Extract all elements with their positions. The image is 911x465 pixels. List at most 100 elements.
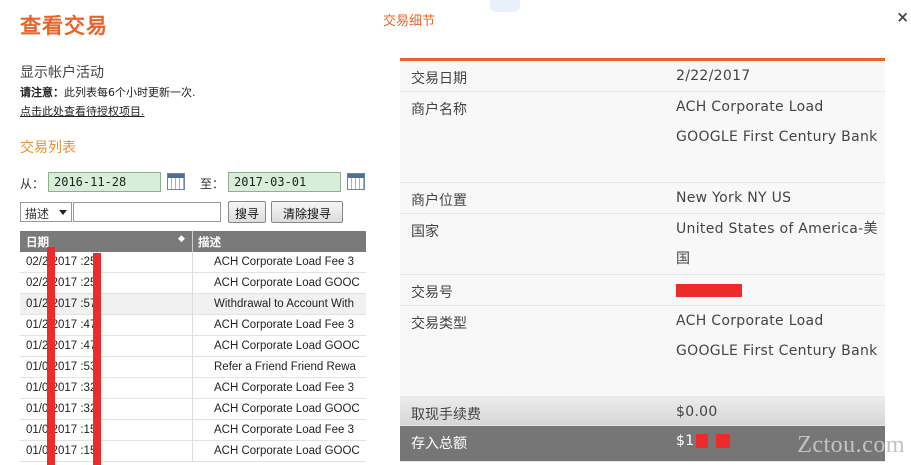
transaction-list-title: 交易列表 [20, 140, 76, 156]
row-description: ACH Corporate Load GOOC [214, 445, 360, 457]
search-field-value: 描述 [25, 207, 50, 221]
detail-label: 取现手续费 [411, 407, 481, 423]
sort-icon[interactable]: ◆ [178, 234, 185, 244]
detail-value: ACH Corporate Load GOOGLE First Century … [676, 313, 878, 359]
redaction-bar [716, 434, 731, 448]
from-date-input[interactable]: 2016-11-28 [48, 172, 161, 192]
column-divider [192, 399, 193, 420]
row-date: 02/2 2017 :25 [26, 277, 97, 289]
row-description: ACH Corporate Load GOOC [214, 403, 360, 415]
notice-label: 请注意： [20, 86, 64, 99]
search-field-select[interactable]: 描述 [20, 202, 72, 222]
row-description: ACH Corporate Load Fee 3 [214, 424, 354, 436]
table-row[interactable]: 01/0 2017 :32 ACH Corporate Load GOOC [20, 399, 366, 420]
detail-row-transaction-id: 交易号 [400, 275, 885, 306]
detail-label: 交易类型 [411, 316, 467, 332]
column-divider [192, 294, 193, 315]
table-row[interactable]: 02/2 2017 :25 ACH Corporate Load GOOC [20, 273, 366, 294]
row-description: ACH Corporate Load GOOC [214, 340, 360, 352]
detail-value: ACH Corporate Load GOOGLE First Century … [676, 99, 878, 145]
total-amount: $1 [676, 433, 695, 449]
section-title: 显示帐户活动 [20, 65, 104, 81]
detail-row-merchant-location: 商户位置 New York NY US [400, 183, 885, 214]
table-row[interactable]: 01/0 2017 :15 ACH Corporate Load GOOC [20, 441, 366, 462]
row-description: ACH Corporate Load Fee 3 [214, 319, 354, 331]
column-divider [192, 441, 193, 462]
update-notice: 请注意：此列表每6个小时更新一次. [20, 84, 196, 100]
detail-label: 商户名称 [411, 102, 467, 118]
to-label: 至： [200, 177, 225, 191]
row-date: 01/0 2017 :32 [26, 403, 97, 415]
date-range-filter: 从： 2016-11-28 至： 2017-03-01 [20, 172, 366, 192]
clear-search-button[interactable]: 清除搜寻 [271, 201, 343, 223]
row-date: 02/2 2017 :25 [26, 256, 97, 268]
transactions-page: 查看交易 显示帐户活动 请注意：此列表每6个小时更新一次. 点击此处查看待授权项… [0, 0, 366, 465]
date-column-header[interactable]: 日期 [26, 234, 49, 250]
row-date: 01/0 2017 :15 [26, 424, 97, 436]
from-label: 从： [20, 177, 45, 191]
table-row[interactable]: 01/0 2017 :32 ACH Corporate Load Fee 3 [20, 378, 366, 399]
detail-row-merchant-name: 商户名称 ACH Corporate Load GOOGLE First Cen… [400, 92, 885, 183]
detail-title: 交易细节 [383, 14, 436, 29]
detail-row-country: 国家 United States of America-美国 [400, 214, 885, 275]
column-divider [192, 231, 193, 252]
transaction-detail-modal: 交易细节 × 交易日期 2/22/2017 商户名称 ACH Corporate… [366, 0, 911, 465]
column-divider [192, 357, 193, 378]
redaction-bar [676, 283, 742, 297]
column-divider [192, 252, 193, 273]
table-row[interactable]: 01/0 2017 :15 ACH Corporate Load Fee 3 [20, 420, 366, 441]
column-divider [192, 378, 193, 399]
row-description: ACH Corporate Load GOOC [214, 277, 360, 289]
row-date: 01/2 2017 :47 [26, 319, 97, 331]
row-description: Refer a Friend Friend Rewa [214, 361, 356, 373]
detail-row-transaction-type: 交易类型 ACH Corporate Load GOOGLE First Cen… [400, 306, 885, 397]
chevron-down-icon [59, 210, 67, 215]
watermark: Zctou.com [797, 432, 905, 458]
row-date: 01/0 2017 :15 [26, 445, 97, 457]
description-column-header[interactable]: 描述 [198, 234, 221, 250]
notice-text: 此列表每6个小时更新一次. [64, 86, 196, 99]
page-title: 查看交易 [20, 14, 108, 38]
detail-label: 国家 [411, 224, 439, 240]
row-description: ACH Corporate Load Fee 3 [214, 382, 354, 394]
close-icon[interactable]: × [896, 8, 909, 26]
search-bar: 描述 搜寻 清除搜寻 [20, 201, 366, 223]
detail-label: 交易日期 [411, 71, 467, 87]
row-description: ACH Corporate Load Fee 3 [214, 256, 354, 268]
table-row[interactable]: 02/2 2017 :25 ACH Corporate Load Fee 3 [20, 252, 366, 273]
row-description: Withdrawal to Account With [214, 298, 354, 310]
row-date: 01/2 2017 :47 [26, 340, 97, 352]
table-row[interactable]: 01/0 2017 :53 Refer a Friend Friend Rewa [20, 357, 366, 378]
column-divider [192, 273, 193, 294]
to-date-input[interactable]: 2017-03-01 [228, 172, 341, 192]
detail-value: New York NY US [676, 190, 792, 206]
detail-row-withdrawal-fee: 取现手续费 $0.00 [400, 397, 885, 426]
detail-table: 交易日期 2/22/2017 商户名称 ACH Corporate Load G… [400, 58, 885, 462]
detail-value: United States of America-美国 [676, 221, 878, 267]
calendar-icon[interactable] [167, 173, 185, 190]
column-divider [192, 315, 193, 336]
transactions-table: 日期 ◆ 描述 02/2 2017 :25 ACH Corporate Load … [20, 231, 366, 462]
search-input[interactable] [73, 202, 221, 222]
pending-authorizations-link[interactable]: 点击此处查看待授权项目. [20, 103, 145, 119]
detail-label: 交易号 [411, 285, 453, 301]
table-row[interactable]: 01/2 2017 :47 ACH Corporate Load GOOC [20, 336, 366, 357]
row-date: 01/0 2017 :53 [26, 361, 97, 373]
redaction-bar [696, 434, 709, 448]
detail-label: 商户位置 [411, 193, 467, 209]
detail-value: $0.00 [676, 404, 718, 420]
table-row[interactable]: 01/2 2017 :57 Withdrawal to Account With [20, 294, 366, 315]
detail-row-date: 交易日期 2/22/2017 [400, 61, 885, 92]
detail-value: 2/22/2017 [676, 68, 751, 84]
table-row[interactable]: 01/2 2017 :47 ACH Corporate Load Fee 3 [20, 315, 366, 336]
redaction-bar [93, 253, 101, 465]
column-divider [192, 336, 193, 357]
column-divider [192, 420, 193, 441]
table-header: 日期 ◆ 描述 [20, 231, 366, 252]
edit-icon [490, 0, 520, 12]
calendar-icon[interactable] [347, 173, 365, 190]
row-date: 01/2 2017 :57 [26, 298, 97, 310]
search-button[interactable]: 搜寻 [228, 201, 266, 223]
redaction-bar [47, 247, 55, 465]
detail-value [676, 275, 884, 305]
